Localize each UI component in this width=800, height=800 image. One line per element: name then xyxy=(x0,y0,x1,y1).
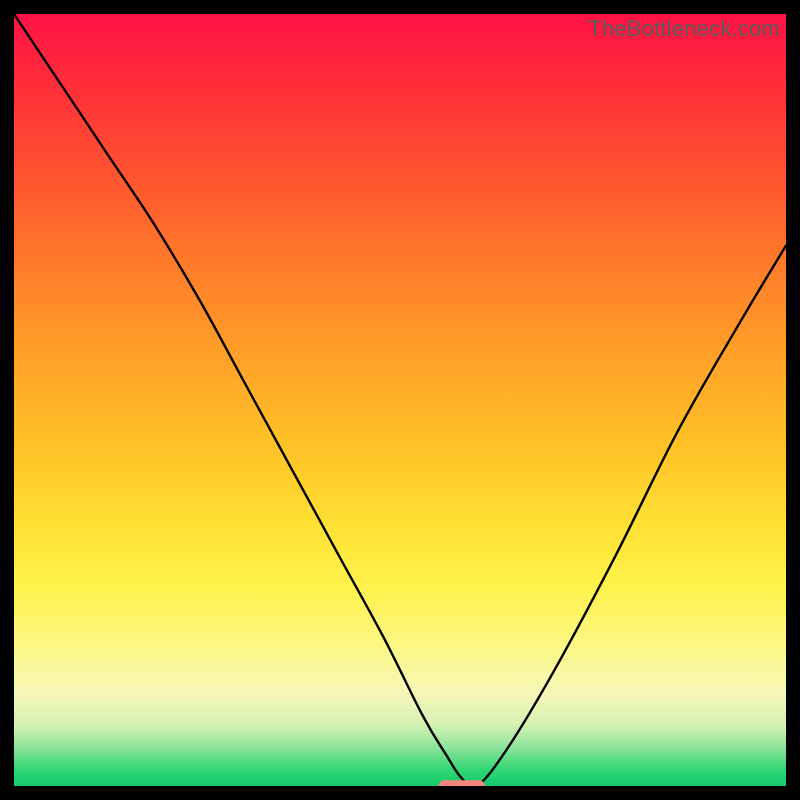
gradient-background xyxy=(14,14,786,786)
chart-frame: TheBottleneck.com xyxy=(14,14,786,786)
